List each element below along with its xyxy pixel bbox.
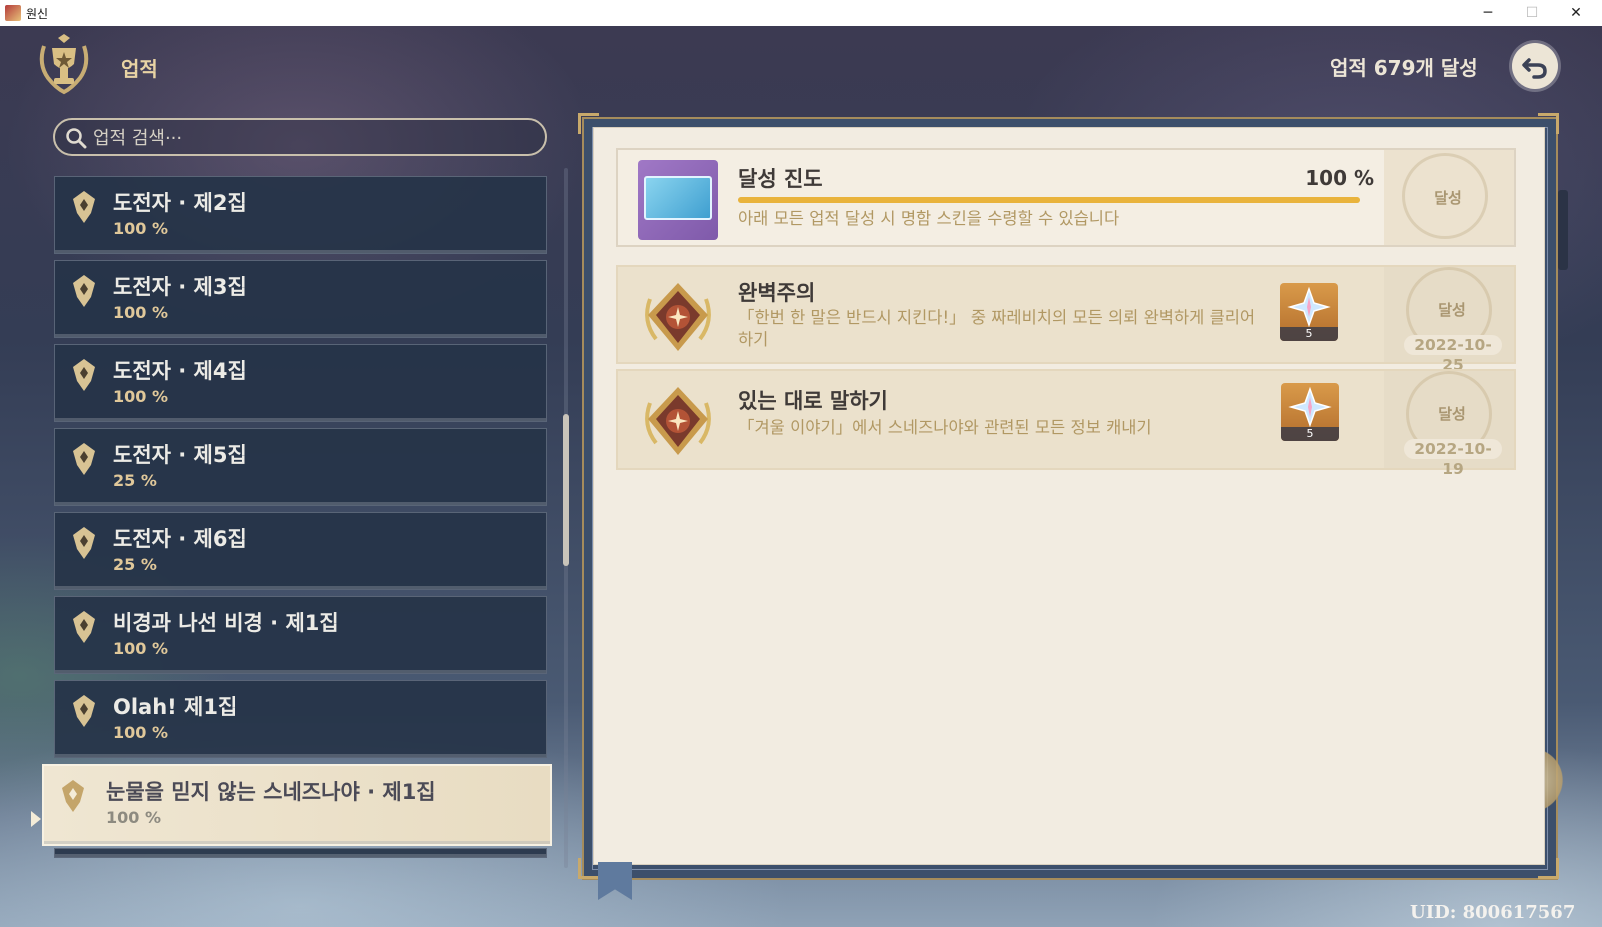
achievement-medal-icon [645, 283, 711, 351]
category-item[interactable]: Olah! 제1집 100 % [54, 680, 547, 758]
category-item[interactable]: 도전자 · 제3집 100 % [54, 260, 547, 338]
page-title: 업적 [121, 57, 158, 81]
progress-percent: 100 % [1305, 166, 1374, 190]
progress-fill [738, 197, 1360, 203]
achievement-category-icon [73, 359, 95, 391]
category-percent: 100 % [113, 303, 168, 322]
window-titlebar: 원신 ─ ☐ ✕ [0, 0, 1602, 27]
achievement-row: 완벽주의 「한번 한 말은 반드시 지킨다!」 중 짜레비치의 모든 의뢰 완벽… [616, 265, 1516, 374]
close-button[interactable]: ✕ [1554, 0, 1598, 26]
uid-label: UID: 800617567 [1410, 902, 1576, 923]
achievement-category-icon [73, 443, 95, 475]
completed-stamp: 달성 2022-10-19 [1398, 371, 1506, 478]
category-item-selected[interactable]: 눈물을 믿지 않는 스네즈나야 · 제1집 100 % [42, 764, 552, 846]
category-name: Olah! 제1집 [113, 695, 238, 719]
achievement-category-icon [62, 780, 84, 812]
category-percent: 25 % [113, 471, 157, 490]
app-icon [5, 5, 21, 21]
selection-indicator-icon [31, 811, 41, 827]
achieved-count: 업적 679개 달성 [1330, 56, 1478, 80]
maximize-button[interactable]: ☐ [1510, 0, 1554, 26]
category-name: 도전자 · 제2집 [113, 191, 247, 215]
category-percent: 100 % [106, 808, 161, 827]
category-name: 도전자 · 제6집 [113, 527, 247, 551]
category-name: 도전자 · 제5집 [113, 443, 247, 467]
achievement-title: 완벽주의 [738, 281, 816, 305]
category-item[interactable]: 도전자 · 제5집 25 % [54, 428, 547, 506]
category-item[interactable]: 비경과 나선 비경 · 제1집 100 % [54, 596, 547, 674]
category-item[interactable]: 도전자 · 제2집 100 % [54, 176, 547, 254]
reward-count: 5 [1281, 427, 1339, 441]
category-percent: 100 % [113, 639, 168, 658]
frame-side-tab [1558, 190, 1568, 270]
list-scrollbar-thumb[interactable] [563, 414, 569, 566]
category-percent: 100 % [113, 387, 168, 406]
search-input[interactable] [91, 124, 535, 152]
category-name: 비경과 나선 비경 · 제1집 [113, 611, 339, 635]
progress-row: 달성 진도 100 % 아래 모든 업적 달성 시 명함 스킨을 수령할 수 있… [616, 148, 1516, 247]
reward-count: 5 [1280, 327, 1338, 341]
primogem-reward-icon: 5 [1281, 383, 1339, 441]
completed-stamp: 달성 2022-10-25 [1398, 267, 1506, 374]
minimize-button[interactable]: ─ [1466, 0, 1510, 26]
category-percent: 100 % [113, 219, 168, 238]
category-item[interactable]: 도전자 · 제6집 25 % [54, 512, 547, 590]
achievement-title: 있는 대로 말하기 [738, 389, 888, 413]
category-name: 도전자 · 제3집 [113, 275, 247, 299]
achievement-row: 있는 대로 말하기 「겨울 이야기」에서 스네즈나야와 관련된 모든 정보 캐내… [616, 369, 1516, 478]
achievement-date: 2022-10-25 [1404, 335, 1502, 374]
stamp-label: 달성 [1438, 301, 1466, 319]
category-percent: 25 % [113, 555, 157, 574]
category-item-partial[interactable] [54, 848, 547, 858]
stamp-label: 달성 [1438, 405, 1466, 423]
back-arrow-icon [1522, 58, 1547, 79]
category-percent: 100 % [113, 723, 168, 742]
achievement-medal-icon [645, 387, 711, 455]
achievement-category-icon [73, 527, 95, 559]
search-bar[interactable] [53, 118, 547, 156]
achievement-category-icon [73, 695, 95, 727]
category-name: 도전자 · 제4집 [113, 359, 247, 383]
achievement-description: 「겨울 이야기」에서 스네즈나야와 관련된 모든 정보 캐내기 [738, 418, 1152, 437]
completed-stamp: 달성 [1394, 153, 1502, 239]
progress-bar [738, 197, 1360, 203]
namecard-reward-icon [638, 160, 718, 240]
achievement-category-icon [73, 611, 95, 643]
stamp-label: 달성 [1434, 189, 1462, 207]
category-name: 눈물을 믿지 않는 스네즈나야 · 제1집 [106, 780, 436, 804]
progress-title: 달성 진도 [738, 167, 823, 191]
achievement-category-icon [73, 191, 95, 223]
trophy-icon [39, 34, 89, 95]
achievement-category-icon [73, 275, 95, 307]
search-icon [66, 128, 87, 149]
window-title: 원신 [26, 7, 49, 21]
back-button[interactable] [1512, 43, 1558, 89]
achievement-date: 2022-10-19 [1404, 439, 1502, 478]
primogem-reward-icon: 5 [1280, 283, 1338, 341]
category-item[interactable]: 도전자 · 제4집 100 % [54, 344, 547, 422]
progress-description: 아래 모든 업적 달성 시 명함 스킨을 수령할 수 있습니다 [738, 209, 1120, 228]
achievement-description: 「한번 한 말은 반드시 지킨다!」 중 짜레비치의 모든 의뢰 완벽하게 클리… [738, 308, 1256, 349]
